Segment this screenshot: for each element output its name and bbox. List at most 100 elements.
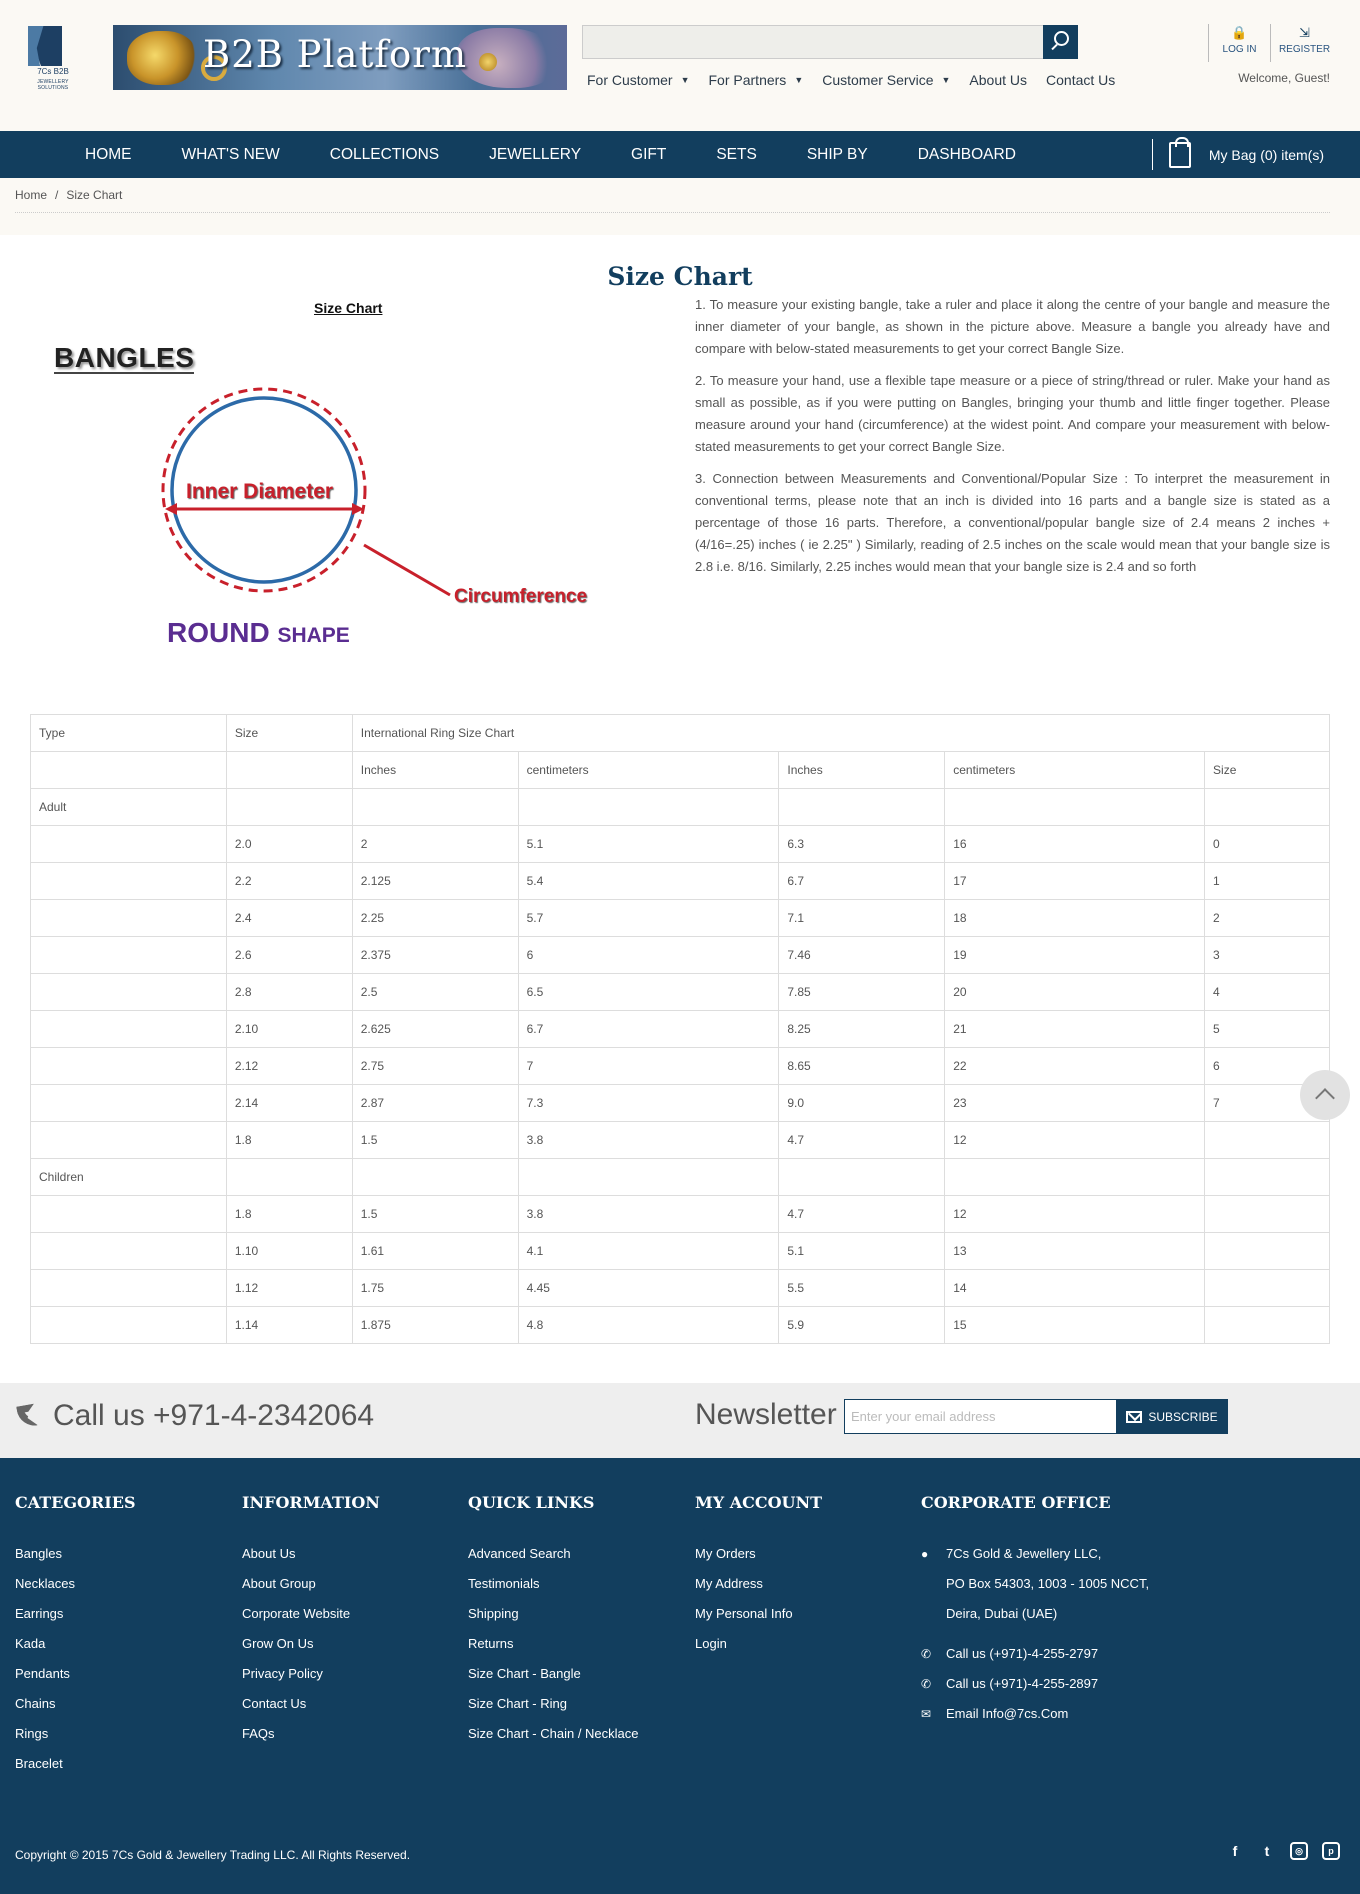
footer-link[interactable]: Shipping <box>468 1599 639 1629</box>
main-nav-item[interactable]: SETS <box>691 131 781 178</box>
footer-link[interactable]: Advanced Search <box>468 1539 639 1569</box>
main-nav-item[interactable]: HOME <box>60 131 157 178</box>
footer-link[interactable]: Corporate Website <box>242 1599 380 1629</box>
top-nav: For Customer ▼ For Partners ▼ Customer Servi… <box>587 72 1134 88</box>
footer-link[interactable]: Testimonials <box>468 1569 639 1599</box>
main-nav-item[interactable]: GIFT <box>606 131 691 178</box>
footer-link[interactable]: Size Chart - Bangle <box>468 1659 639 1689</box>
subscribe-button[interactable]: SUBSCRIBE <box>1116 1399 1228 1434</box>
instruction-paragraph: 1. To measure your existing bangle, take… <box>695 297 1330 356</box>
table-cell: 4.7 <box>778 1121 946 1159</box>
footer-link[interactable]: Necklaces <box>15 1569 136 1599</box>
table-subheader-cell <box>225 751 353 789</box>
table-cell: 2.8 <box>225 973 353 1011</box>
footer-link[interactable]: Contact Us <box>242 1689 380 1719</box>
footer-link[interactable]: FAQs <box>242 1719 380 1749</box>
table-cell: 15 <box>944 1306 1206 1344</box>
register-label: REGISTER <box>1278 44 1331 55</box>
my-bag-button[interactable]: My Bag (0) item(s) <box>1151 136 1324 170</box>
search-button[interactable] <box>1043 25 1078 59</box>
top-nav-item[interactable]: For Partners ▼ <box>709 72 804 88</box>
table-cell: 9.0 <box>778 1084 946 1122</box>
pinterest-icon[interactable]: p <box>1322 1842 1340 1860</box>
instruction-paragraph: 3. Connection between Measurements and C… <box>695 471 1330 574</box>
table-cell: 21 <box>944 1010 1206 1048</box>
table-cell: Children <box>30 1158 227 1196</box>
footer-link[interactable]: About Us <box>242 1539 380 1569</box>
breadcrumb-home[interactable]: Home <box>15 188 47 202</box>
search-input[interactable] <box>582 25 1044 59</box>
table-subheader-row: Inches centimeters Inches centimeters Size <box>30 751 1330 789</box>
round-shape-label: ROUND SHAPE <box>167 617 350 649</box>
register-link[interactable]: ⇲ REGISTER <box>1270 24 1338 62</box>
shape-small-text: SHAPE <box>277 624 350 647</box>
table-cell: 14 <box>944 1269 1206 1307</box>
main-nav-item[interactable]: DASHBOARD <box>893 131 1041 178</box>
footer-link[interactable]: Bracelet <box>15 1749 136 1779</box>
table-row: 2.14 2.87 7.3 9.0 23 7 <box>30 1084 1330 1122</box>
table-cell: 3.8 <box>517 1121 780 1159</box>
footer-link[interactable]: Bangles <box>15 1539 136 1569</box>
call-us-text: Call us +971-4-2342064 <box>53 1399 375 1432</box>
footer-link[interactable]: Size Chart - Chain / Necklace <box>468 1719 639 1749</box>
office-phone-2[interactable]: ✆ Call us (+971)-4-255-2897 <box>921 1669 1149 1699</box>
table-cell <box>1204 1158 1330 1196</box>
footer-column-title: QUICK LINKS <box>468 1493 595 1512</box>
table-row: 2.6 2.375 6 7.46 19 3 <box>30 936 1330 974</box>
footer-corporate-office: CORPORATE OFFICE ● 7Cs Gold & Jewellery … <box>921 1493 1149 1729</box>
table-cell: 1 <box>1204 862 1330 900</box>
table-cell <box>1204 1232 1330 1270</box>
footer-link[interactable]: My Personal Info <box>695 1599 822 1629</box>
footer-link[interactable]: Earrings <box>15 1599 136 1629</box>
table-cell: Adult <box>30 788 227 826</box>
instagram-icon[interactable]: ◎ <box>1290 1842 1308 1860</box>
top-nav-item[interactable]: Customer Service ▼ <box>822 72 950 88</box>
login-link[interactable]: 🔒 LOG IN <box>1208 24 1270 62</box>
header-size: Size <box>225 714 353 752</box>
twitter-icon[interactable]: t <box>1258 1842 1276 1860</box>
main-nav-item[interactable]: WHAT'S NEW <box>157 131 305 178</box>
footer-link[interactable]: Login <box>695 1629 822 1659</box>
page-title: Size Chart <box>607 262 753 291</box>
table-cell: 6.7 <box>517 1010 780 1048</box>
main-nav-item[interactable]: COLLECTIONS <box>305 131 464 178</box>
lock-icon: 🔒 <box>1231 25 1248 40</box>
footer-quick-links: QUICK LINKS Advanced Search Testimonials Sh… <box>468 1493 639 1749</box>
footer-link[interactable]: About Group <box>242 1569 380 1599</box>
facebook-icon[interactable]: f <box>1226 1842 1244 1860</box>
footer-link[interactable]: Kada <box>15 1629 136 1659</box>
phone-1-text: Call us (+971)-4-255-2797 <box>946 1646 1099 1661</box>
main-nav-item[interactable]: JEWELLERY <box>464 131 606 178</box>
table-cell <box>778 1158 946 1196</box>
footer-link[interactable]: Pendants <box>15 1659 136 1689</box>
copyright: Copyright © 2015 7Cs Gold & Jewellery Tr… <box>15 1848 411 1862</box>
top-nav-item[interactable]: Contact Us <box>1046 72 1115 88</box>
footer-link[interactable]: Grow On Us <box>242 1629 380 1659</box>
site-header: 7Cs B2B JEWELLERY SOLUTIONS B2B Platform… <box>0 0 1360 131</box>
login-label: LOG IN <box>1222 44 1257 55</box>
footer-link[interactable]: Size Chart - Ring <box>468 1689 639 1719</box>
footer-link[interactable]: Privacy Policy <box>242 1659 380 1689</box>
footer-link[interactable]: My Address <box>695 1569 822 1599</box>
table-row: 1.14 1.875 4.8 5.9 15 <box>30 1306 1330 1344</box>
newsletter-email-input[interactable]: Enter your email address <box>844 1399 1117 1434</box>
main-nav-item[interactable]: SHIP BY <box>782 131 893 178</box>
top-nav-item[interactable]: About Us <box>969 72 1027 88</box>
footer-link[interactable]: Rings <box>15 1719 136 1749</box>
office-phone-1[interactable]: ✆ Call us (+971)-4-255-2797 <box>921 1639 1149 1669</box>
table-row: 1.12 1.75 4.45 5.5 14 <box>30 1269 1330 1307</box>
measurement-instructions: 1. To measure your existing bangle, take… <box>695 294 1330 588</box>
email-text: Email Info@7cs.Com <box>946 1706 1069 1721</box>
footer-link[interactable]: Returns <box>468 1629 639 1659</box>
footer-link[interactable]: Chains <box>15 1689 136 1719</box>
table-cell <box>778 788 946 826</box>
footer-link[interactable]: My Orders <box>695 1539 822 1569</box>
top-nav-item[interactable]: For Customer ▼ <box>587 72 690 88</box>
table-cell: 4.8 <box>517 1306 780 1344</box>
table-cell <box>944 788 1206 826</box>
table-cell: 4.7 <box>778 1195 946 1233</box>
site-logo[interactable]: 7Cs B2B JEWELLERY SOLUTIONS <box>24 24 82 91</box>
back-to-top-button[interactable] <box>1300 1070 1350 1120</box>
office-email[interactable]: ✉ Email Info@7cs.Com <box>921 1699 1149 1729</box>
table-cell: 2.125 <box>351 862 519 900</box>
